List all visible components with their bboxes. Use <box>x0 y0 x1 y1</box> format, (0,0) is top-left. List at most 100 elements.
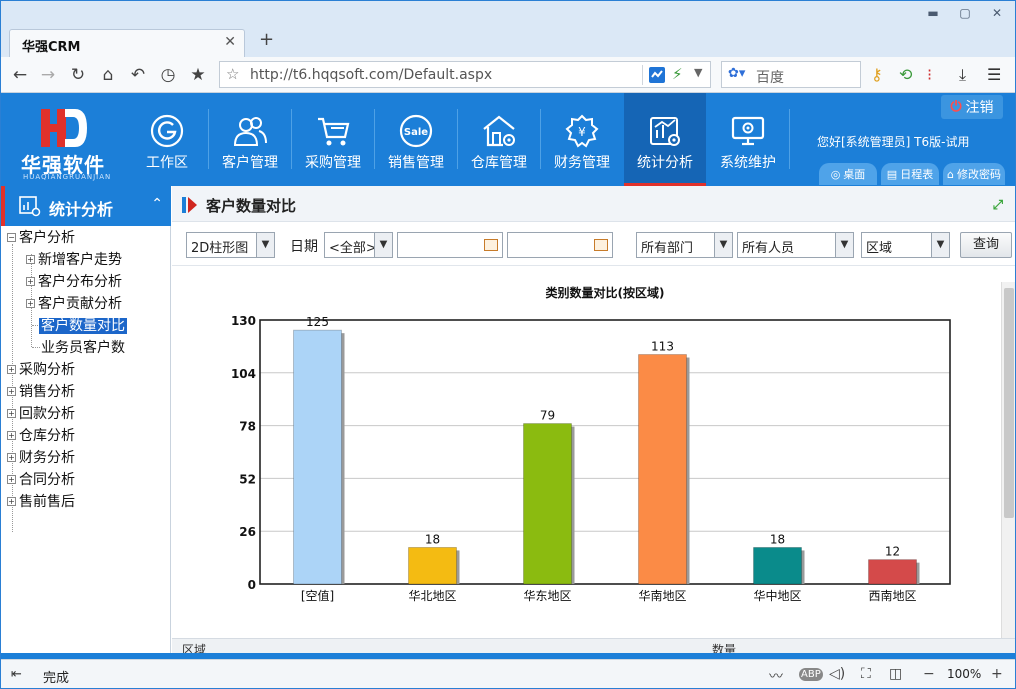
chart-type-select[interactable]: 2D柱形图 ▼ <box>186 232 275 258</box>
tree-item-salesperson-customers[interactable]: 业务员客户数 <box>41 337 125 359</box>
bookmark-star-icon[interactable]: ☆ <box>226 65 239 83</box>
security-icon[interactable]: ⟲ <box>899 65 912 84</box>
expand-icon[interactable]: + <box>7 365 16 374</box>
bar <box>753 547 802 585</box>
date-range-select[interactable]: <全部> ▼ <box>324 232 393 258</box>
menu-statistics[interactable]: 统计分析 <box>624 93 706 186</box>
scrollbar-thumb[interactable] <box>1004 288 1014 518</box>
search-input[interactable]: 百度 <box>756 67 784 87</box>
expand-icon[interactable]: + <box>7 497 16 506</box>
home-icon[interactable]: ⌂ <box>97 64 119 86</box>
query-button[interactable]: 查询 <box>960 232 1012 258</box>
tree-item-warehouse-analysis[interactable]: + 仓库分析 <box>7 425 75 447</box>
notification-icon[interactable]: ⁝ <box>927 65 932 84</box>
zoom-level[interactable]: 100% <box>947 667 981 681</box>
undo-icon[interactable]: ↶ <box>127 64 149 86</box>
minimize-button[interactable]: ▬ <box>921 5 945 21</box>
new-tab-button[interactable]: + <box>259 29 274 50</box>
menu-icon[interactable]: ☰ <box>987 65 1001 84</box>
menu-label: 财务管理 <box>554 155 610 171</box>
tree-item-customer-distribution[interactable]: + 客户分布分析 <box>26 271 122 293</box>
menu-system[interactable]: 系统维护 <box>707 93 789 186</box>
extension-icon[interactable] <box>648 66 666 84</box>
expand-icon[interactable]: + <box>7 453 16 462</box>
navigation-bar: ← → ↻ ⌂ ↶ ◷ ★ ☆ http://t6.hqqsoft.com/De… <box>1 57 1015 93</box>
date-from-input[interactable] <box>397 232 503 258</box>
desktop-icon: ◎ <box>830 167 841 181</box>
split-view-icon[interactable]: ◫ <box>889 666 902 682</box>
fullscreen-icon[interactable]: ⤢ <box>993 198 1003 213</box>
data-label: 18 <box>770 532 785 546</box>
tree-item-payment-analysis[interactable]: + 回款分析 <box>7 403 75 425</box>
expand-icon[interactable]: + <box>7 431 16 440</box>
tree-item-customer-contribution[interactable]: + 客户贡献分析 <box>26 293 122 315</box>
sidebar-toggle-icon[interactable]: ⇤ <box>11 667 22 682</box>
expand-icon[interactable]: + <box>26 255 35 264</box>
tree-item-new-customer-trend[interactable]: + 新增客户走势 <box>26 249 122 271</box>
address-bar[interactable]: ☆ http://t6.hqqsoft.com/Default.aspx ⚡ ▼ <box>219 61 711 88</box>
key-icon[interactable]: ⚷ <box>871 65 883 84</box>
chart-title: 类别数量对比(按区域) <box>546 285 665 300</box>
tree-item-customer-count[interactable]: 客户数量对比 <box>39 315 127 337</box>
back-icon[interactable]: ← <box>9 64 31 86</box>
menu-sales[interactable]: Sale 销售管理 <box>375 93 457 186</box>
menu-workspace[interactable]: 工作区 <box>126 93 208 186</box>
history-icon[interactable]: ◷ <box>157 64 179 86</box>
zoom-in-icon[interactable]: + <box>991 666 1003 682</box>
baidu-icon[interactable]: ✿▾ <box>728 66 745 81</box>
vertical-scrollbar[interactable] <box>1001 282 1015 638</box>
logo-icon <box>41 109 87 147</box>
sale-icon: Sale <box>399 114 433 148</box>
expand-icon[interactable]: + <box>7 409 16 418</box>
url-dropdown-icon[interactable]: ▼ <box>694 66 702 79</box>
volume-icon[interactable]: ◁) <box>829 666 845 682</box>
date-to-input[interactable] <box>507 232 613 258</box>
tree-item-presales-aftersales[interactable]: + 售前售后 <box>7 491 75 513</box>
search-box[interactable]: ✿▾ 百度 <box>721 61 861 88</box>
date-label: 日期 <box>290 239 318 255</box>
menu-purchasing[interactable]: 采购管理 <box>292 93 374 186</box>
tree-item-contract-analysis[interactable]: + 合同分析 <box>7 469 75 491</box>
close-window-button[interactable]: ✕ <box>985 5 1009 21</box>
compat-mode-icon[interactable]: ⚡ <box>672 65 683 83</box>
calendar-icon[interactable] <box>484 239 498 251</box>
maximize-button[interactable]: ▢ <box>953 5 977 21</box>
reload-icon[interactable]: ↻ <box>67 64 89 86</box>
expand-icon[interactable]: + <box>7 387 16 396</box>
menu-warehouse[interactable]: 仓库管理 <box>458 93 540 186</box>
schedule-button[interactable]: ▤ 日程表 <box>881 163 939 185</box>
chevron-down-icon: ▼ <box>931 233 949 257</box>
logout-button[interactable]: ⏻ 注销 <box>941 95 1003 119</box>
expand-icon[interactable]: + <box>7 475 16 484</box>
forward-icon[interactable]: → <box>37 64 59 86</box>
adblock-icon[interactable]: ABP <box>799 668 823 681</box>
sidebar-header[interactable]: 统计分析 ⌃ <box>1 186 171 226</box>
tree-item-purchase-analysis[interactable]: + 采购分析 <box>7 359 75 381</box>
department-select[interactable]: 所有部门 ▼ <box>636 232 733 258</box>
staff-select[interactable]: 所有人员 ▼ <box>737 232 854 258</box>
collapse-icon[interactable]: − <box>7 233 16 242</box>
menu-customers[interactable]: 客户管理 <box>209 93 291 186</box>
favorites-icon[interactable]: ★ <box>187 64 209 86</box>
collapse-icon[interactable]: ⌃ <box>151 196 163 212</box>
change-password-button[interactable]: ⌂ 修改密码 <box>943 163 1005 185</box>
zoom-out-icon[interactable]: − <box>923 666 935 682</box>
chevron-down-icon: ▼ <box>256 233 274 257</box>
tree-item-sales-analysis[interactable]: + 销售分析 <box>7 381 75 403</box>
performance-icon[interactable]: 〰 <box>769 666 783 686</box>
screenshot-icon[interactable]: ⛶ <box>861 666 871 682</box>
tree-branch <box>32 347 40 348</box>
tab-close-icon[interactable]: ✕ <box>224 34 236 50</box>
calendar-icon[interactable] <box>594 239 608 251</box>
expand-icon[interactable]: + <box>26 277 35 286</box>
browser-tab[interactable]: 华强CRM ✕ <box>9 29 245 57</box>
download-icon[interactable]: ⤓ <box>959 65 966 85</box>
menu-finance[interactable]: ¥ 财务管理 <box>541 93 623 186</box>
monitor-gear-icon <box>731 116 765 146</box>
tree-item-customer-analysis[interactable]: − 客户分析 <box>7 227 75 249</box>
tree-item-finance-analysis[interactable]: + 财务分析 <box>7 447 75 469</box>
url-text[interactable]: http://t6.hqqsoft.com/Default.aspx <box>250 67 492 83</box>
group-by-select[interactable]: 区域 ▼ <box>861 232 950 258</box>
desktop-button[interactable]: ◎ 桌面 <box>819 163 877 185</box>
expand-icon[interactable]: + <box>26 299 35 308</box>
